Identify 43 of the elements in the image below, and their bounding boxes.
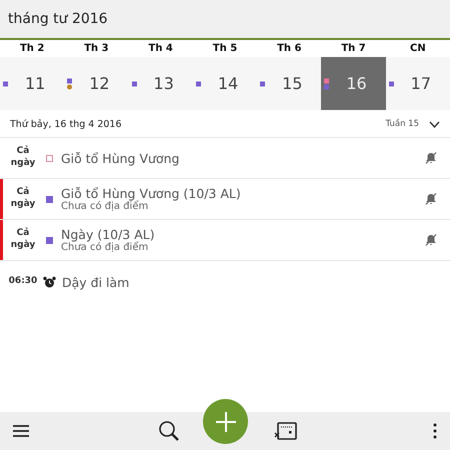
day-number: 13 bbox=[154, 74, 174, 93]
day-cell[interactable]: 12 bbox=[64, 57, 129, 110]
weekday-label: Th 6 bbox=[276, 43, 302, 54]
event-time: Cả ngày bbox=[10, 187, 36, 211]
weekday-label: CN bbox=[408, 43, 427, 54]
day-number: 15 bbox=[282, 74, 302, 93]
chevron-icon[interactable] bbox=[429, 120, 440, 128]
alarm-clock-icon bbox=[43, 276, 56, 288]
day-number: 17 bbox=[410, 74, 432, 93]
weekday-label: Th 3 bbox=[83, 43, 110, 54]
weekday-label: Th 5 bbox=[212, 43, 238, 54]
event-location: Chưa có địa điểm bbox=[61, 201, 148, 212]
notifications-off-icon[interactable] bbox=[424, 233, 438, 247]
day-cell[interactable]: 16 bbox=[321, 57, 386, 110]
weekday-label: Th 7 bbox=[340, 43, 367, 54]
menu-icon[interactable] bbox=[10, 422, 32, 440]
calendar-swap-icon[interactable] bbox=[272, 419, 300, 443]
day-cell[interactable]: 13 bbox=[128, 57, 193, 110]
event-time: Cả ngày bbox=[10, 228, 36, 252]
day-number: 11 bbox=[24, 74, 46, 93]
month-title: tháng tư 2016 bbox=[8, 11, 108, 27]
selected-date: Thứ bảy, 16 thg 4 2016 bbox=[10, 118, 122, 130]
day-cell[interactable]: 11 bbox=[0, 57, 64, 110]
notifications-off-icon[interactable] bbox=[424, 192, 438, 206]
day-cell[interactable]: 14 bbox=[192, 57, 258, 110]
day-cell[interactable]: 15 bbox=[257, 57, 322, 110]
event-title[interactable]: Dậy đi làm bbox=[62, 274, 438, 290]
week-number: Tuần 15 bbox=[386, 119, 419, 129]
event-title[interactable]: Giỗ tổ Hùng Vương bbox=[61, 150, 424, 166]
notifications-off-icon[interactable] bbox=[424, 151, 438, 165]
day-number: 12 bbox=[89, 74, 110, 93]
day-cell[interactable]: 17 bbox=[386, 57, 450, 110]
plus-icon bbox=[214, 410, 236, 432]
day-number: 14 bbox=[218, 74, 238, 93]
event-location: Chưa có địa điểm bbox=[61, 242, 150, 253]
weekday-label: Th 4 bbox=[148, 43, 174, 54]
day-number: 16 bbox=[346, 74, 367, 93]
event-time: Cả ngày bbox=[10, 146, 36, 170]
event-title[interactable]: Ngày (10/3 AL) bbox=[61, 227, 424, 242]
event-title[interactable]: Giỗ tổ Hùng Vương (10/3 AL) bbox=[61, 186, 424, 201]
event-time: 06:30 bbox=[8, 276, 38, 288]
add-button[interactable] bbox=[203, 399, 248, 444]
weekday-label: Th 2 bbox=[18, 43, 46, 54]
